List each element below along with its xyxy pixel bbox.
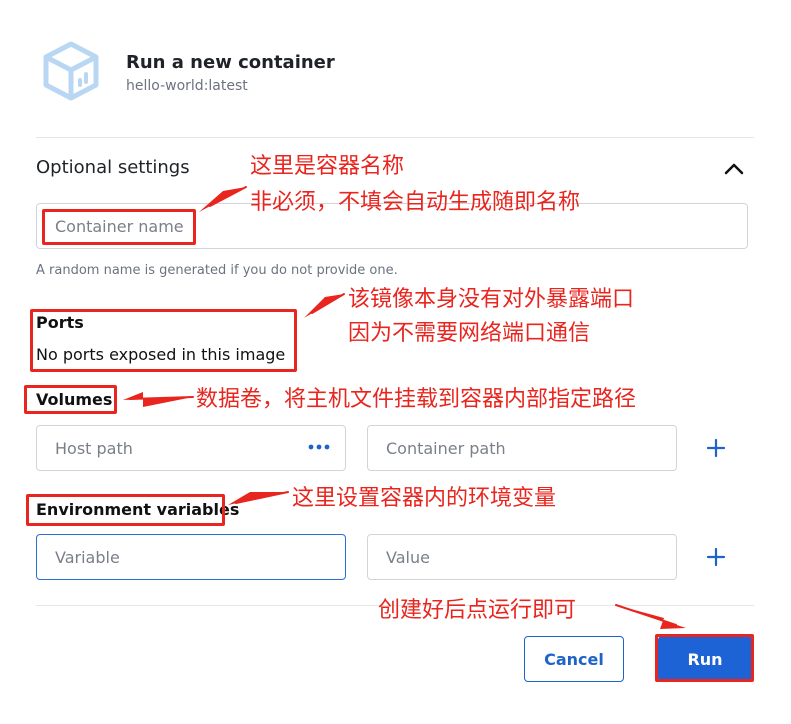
annotation-env: 这里设置容器内的环境变量 (292, 486, 557, 511)
image-name: hello-world:latest (126, 78, 248, 94)
arrow-ports-icon (304, 294, 344, 318)
page-title: Run a new container (126, 52, 335, 73)
container-path-input[interactable] (367, 425, 677, 471)
env-value-input[interactable] (367, 534, 677, 580)
arrow-volumes-icon (123, 392, 193, 407)
container-name-help: A random name is generated if you do not… (36, 263, 398, 278)
host-path-input[interactable] (36, 425, 346, 471)
arrow-run-icon (616, 605, 686, 629)
annotation-name-line2: 非必须，不填会自动生成随即名称 (250, 190, 581, 215)
ellipsis-icon[interactable] (306, 438, 332, 456)
cancel-button[interactable]: Cancel (524, 636, 624, 682)
run-button[interactable]: Run (658, 636, 752, 682)
volumes-label: Volumes (36, 390, 113, 409)
container-box-icon (43, 41, 99, 101)
annotation-ports-line2: 因为不需要网络端口通信 (348, 321, 591, 346)
annotation-name-line1: 这里是容器名称 (250, 154, 405, 179)
add-env-plus-icon[interactable] (705, 546, 727, 568)
annotation-volumes: 数据卷，将主机文件挂载到容器内部指定路径 (196, 387, 637, 412)
optional-settings-title: Optional settings (36, 157, 190, 178)
env-label: Environment variables (36, 500, 240, 519)
annotation-ports-line1: 该镜像本身没有对外暴露端口 (348, 287, 635, 312)
add-volume-plus-icon[interactable] (705, 437, 727, 459)
ports-empty-text: No ports exposed in this image (36, 345, 286, 364)
annotation-run: 创建好后点运行即可 (378, 598, 577, 623)
ports-label: Ports (36, 313, 84, 332)
env-variable-input[interactable] (36, 534, 346, 580)
header-divider (36, 137, 754, 138)
chevron-up-icon[interactable] (722, 158, 746, 178)
